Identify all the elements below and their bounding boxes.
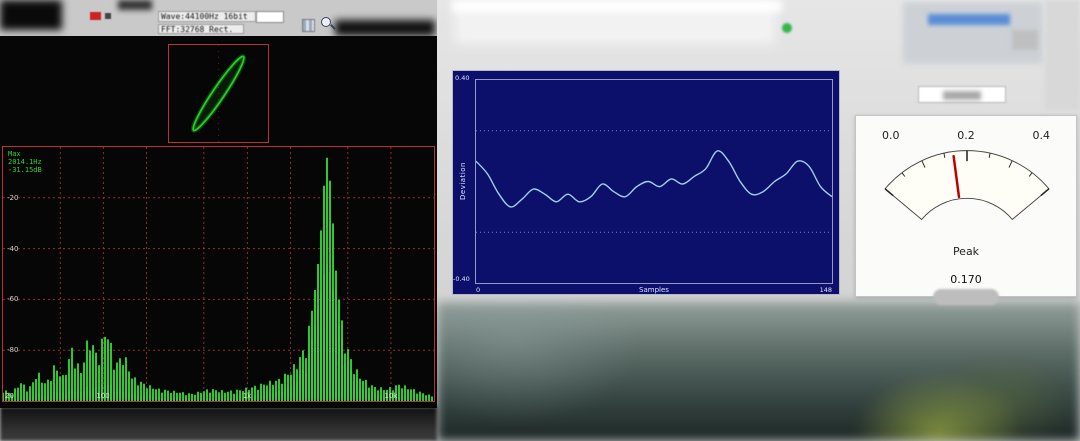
max-readout: Max 2014.1Hz -31.15dB bbox=[8, 150, 42, 174]
blurred-menu-blob bbox=[0, 0, 62, 30]
stop-icon[interactable] bbox=[105, 13, 111, 19]
deviation-y-max-tick: 0.40 bbox=[455, 74, 469, 82]
blurred-right-strip bbox=[1045, 0, 1080, 110]
spectrum-y-tick: -20 bbox=[7, 195, 18, 202]
max-readout-level: -31.15dB bbox=[8, 166, 42, 174]
max-readout-title: Max bbox=[8, 150, 42, 158]
wave-format-field[interactable]: Wave:44100Hz 16bit bbox=[158, 11, 256, 22]
spectrum-plot bbox=[3, 147, 434, 401]
phase-scope bbox=[168, 44, 269, 143]
status-green-dot bbox=[782, 23, 792, 33]
spectrum-x-tick: 1k bbox=[243, 392, 252, 400]
peak-meter-window: 0.0 0.2 0.4 Peak 0.170 bbox=[855, 115, 1077, 297]
spectrum-y-tick: -60 bbox=[7, 296, 18, 303]
deviation-x-axis-label: Samples bbox=[639, 286, 669, 294]
blurred-dark-strip-bottom-left bbox=[0, 407, 437, 441]
zoom-icon[interactable] bbox=[321, 17, 331, 27]
blurred-button bbox=[1012, 30, 1038, 50]
spectrum-y-tick: -40 bbox=[7, 246, 18, 253]
lissajous-figure bbox=[169, 45, 268, 142]
spectrum-x-tick: 10k bbox=[385, 392, 398, 400]
analyzer-window: Max 2014.1Hz -31.15dB -20 -40 -60 -80 20 100 1… bbox=[0, 36, 437, 408]
deviation-x-max-tick: 148 bbox=[820, 286, 832, 294]
deviation-x-min-tick: 0 bbox=[476, 286, 480, 294]
fft-settings-field[interactable]: FFT:32768 Rect. bbox=[158, 24, 244, 34]
desktop: Wave:44100Hz 16bit FFT:32768 Rect. Max 2… bbox=[0, 0, 1080, 441]
deviation-y-min-tick: -0.40 bbox=[453, 275, 470, 283]
blurred-readout-field bbox=[918, 86, 1006, 103]
deviation-y-axis-label: Deviation bbox=[459, 162, 467, 200]
max-readout-frequency: 2014.1Hz bbox=[8, 158, 42, 166]
blurred-readout-text bbox=[943, 91, 981, 100]
spectrum-x-tick: 20 bbox=[5, 392, 14, 400]
gauge-value-readout: 0.170 bbox=[856, 273, 1076, 286]
deviation-plot bbox=[475, 79, 833, 284]
blurred-title-blob bbox=[335, 20, 435, 36]
blurred-titlebar-top bbox=[452, 0, 782, 12]
blurred-menu-blob bbox=[118, 0, 152, 10]
record-icon[interactable] bbox=[90, 12, 101, 20]
gauge-peak-label: Peak bbox=[856, 245, 1076, 258]
blurred-blue-titlebar bbox=[928, 14, 1010, 25]
spectrum-y-tick: -80 bbox=[7, 347, 18, 354]
deviation-chart-window: Deviation 0.40 -0.40 0 Samples 148 bbox=[452, 70, 840, 295]
gauge-dial-svg bbox=[862, 141, 1072, 229]
spectrum-x-tick: 100 bbox=[96, 392, 109, 400]
wavespectra-toolbar: Wave:44100Hz 16bit FFT:32768 Rect. bbox=[0, 0, 437, 36]
settings-grid-icon[interactable] bbox=[302, 19, 315, 32]
toolbar-checkbox[interactable] bbox=[256, 11, 284, 23]
gauge-button[interactable] bbox=[933, 289, 999, 305]
wallpaper bbox=[437, 302, 1080, 441]
spectrum-panel: Max 2014.1Hz -31.15dB -20 -40 -60 -80 20 100 1… bbox=[2, 146, 435, 402]
